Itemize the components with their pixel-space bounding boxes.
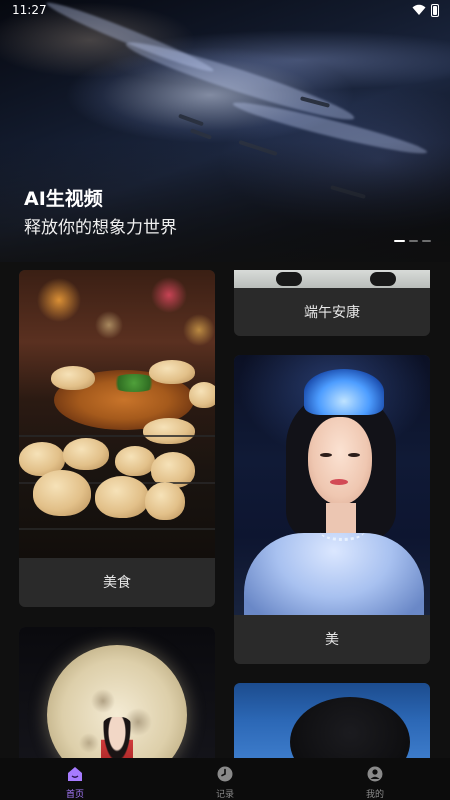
- dumpling: [33, 470, 91, 516]
- dumpling: [145, 482, 185, 520]
- grill-bar: [19, 528, 215, 530]
- dumpling: [143, 418, 195, 444]
- eye: [320, 453, 332, 457]
- beauty-image: [234, 355, 430, 615]
- tab-profile[interactable]: 我的: [300, 758, 450, 800]
- face: [308, 417, 372, 505]
- dumpling: [189, 382, 215, 408]
- carousel-dot-active: [394, 240, 405, 242]
- card-food[interactable]: 美食: [19, 270, 215, 607]
- card-moon[interactable]: [19, 627, 215, 767]
- wheel: [370, 272, 396, 286]
- lips: [330, 479, 348, 485]
- hero-banner[interactable]: AI生视频 释放你的想象力世界: [0, 0, 450, 262]
- tab-home[interactable]: 首页: [0, 758, 150, 800]
- card-dragon-boat-label: 端午安康: [304, 305, 360, 321]
- banner-title: AI生视频: [24, 188, 103, 210]
- spaceship: [178, 113, 204, 127]
- bottom-tab-bar: 首页 记录 我的: [0, 758, 450, 800]
- food-image: [19, 270, 215, 558]
- carousel-dot: [422, 240, 431, 242]
- home-icon: [68, 767, 82, 781]
- wifi-icon: [412, 4, 426, 15]
- eye: [348, 453, 360, 457]
- tab-home-label: 首页: [65, 790, 84, 800]
- spaceship: [189, 128, 213, 140]
- gown: [244, 533, 424, 615]
- grill-bar: [19, 435, 215, 437]
- dumpling: [63, 438, 109, 470]
- tab-records-label: 记录: [215, 790, 234, 800]
- moon-image: [19, 627, 215, 767]
- battery-icon: [431, 4, 439, 17]
- card-beauty[interactable]: 美: [234, 355, 430, 664]
- dumpling: [149, 360, 195, 384]
- hair-image: [234, 683, 430, 759]
- tab-profile-label: 我的: [365, 790, 384, 800]
- dumpling: [95, 476, 149, 518]
- wheel: [276, 272, 302, 286]
- app-screen: AI生视频 释放你的想象力世界 11:27 美食 端午安康 美 首页 记录 我的: [0, 0, 450, 800]
- card-beauty-label: 美: [325, 632, 339, 648]
- clock-icon: [217, 766, 233, 782]
- car-image: [234, 270, 430, 288]
- status-time: 11:27: [12, 3, 47, 17]
- dumpling: [51, 366, 95, 390]
- crown: [304, 369, 384, 415]
- tab-records[interactable]: 记录: [150, 758, 300, 800]
- necklace: [320, 523, 364, 541]
- dumpling: [115, 446, 155, 476]
- profile-icon: [367, 766, 383, 782]
- card-dragon-boat[interactable]: 端午安康: [234, 270, 430, 336]
- carousel-dot: [409, 240, 418, 242]
- card-food-label: 美食: [103, 575, 131, 591]
- carousel-indicator: [394, 240, 431, 243]
- status-bar: 11:27: [0, 0, 450, 22]
- banner-subtitle: 释放你的想象力世界: [24, 218, 177, 238]
- hair-silhouette: [290, 697, 410, 759]
